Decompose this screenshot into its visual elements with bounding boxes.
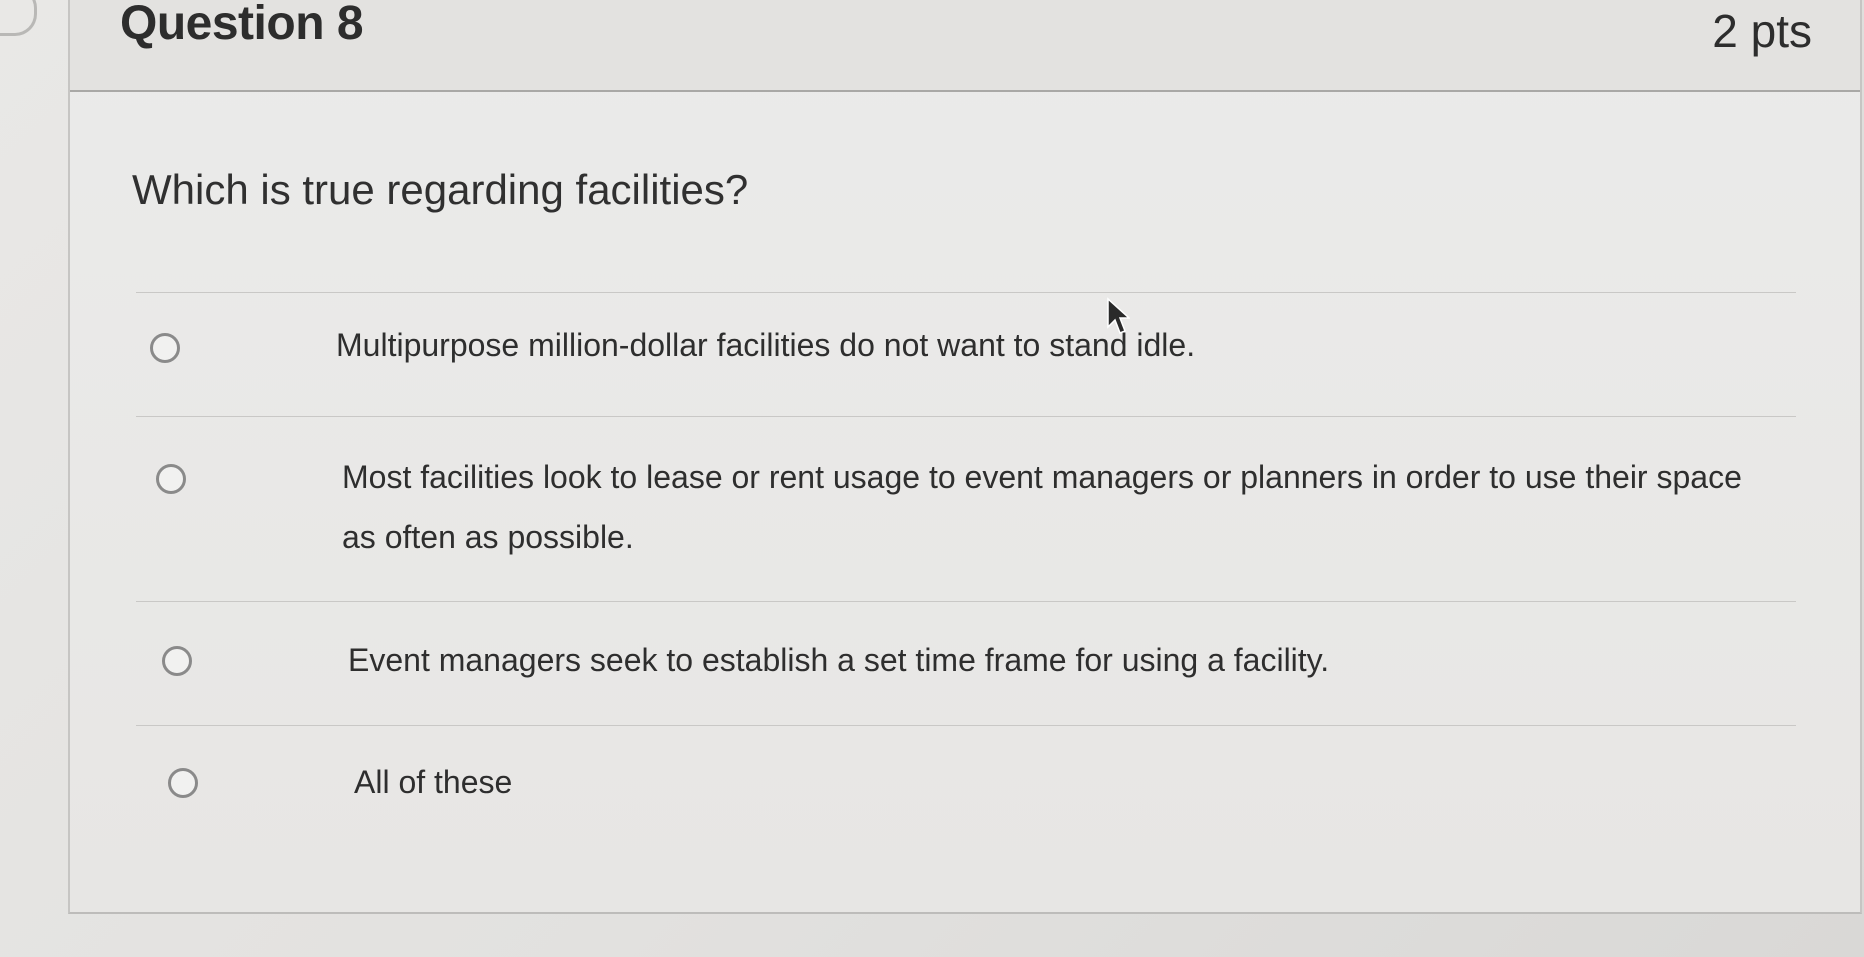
radio-unchecked-icon[interactable] (150, 333, 180, 363)
radio-unchecked-icon[interactable] (162, 646, 192, 676)
answer-option[interactable]: All of these (136, 725, 1796, 845)
answer-option[interactable]: Multipurpose million-dollar facilities d… (136, 292, 1796, 416)
sidebar-toggle-icon[interactable] (0, 0, 37, 36)
question-text: Which is true regarding facilities? (132, 166, 749, 213)
question-card: Question 8 2 pts Which is true regarding… (68, 0, 1862, 914)
question-header: Question 8 2 pts (70, 0, 1860, 92)
answer-label[interactable]: Most facilities look to lease or rent us… (342, 447, 1776, 567)
answer-label[interactable]: All of these (354, 752, 1776, 812)
radio-unchecked-icon[interactable] (168, 768, 198, 798)
answer-label[interactable]: Event managers seek to establish a set t… (348, 630, 1776, 690)
question-title: Question 8 (120, 0, 364, 50)
answer-option[interactable]: Most facilities look to lease or rent us… (136, 416, 1796, 601)
answer-option[interactable]: Event managers seek to establish a set t… (136, 601, 1796, 725)
question-points: 2 pts (1712, 5, 1812, 57)
quiz-page: Question 8 2 pts Which is true regarding… (0, 0, 1864, 957)
answer-label[interactable]: Multipurpose million-dollar facilities d… (336, 315, 1776, 375)
answer-list: Multipurpose million-dollar facilities d… (136, 292, 1796, 845)
radio-unchecked-icon[interactable] (156, 464, 186, 494)
mouse-pointer-icon (1107, 297, 1130, 334)
